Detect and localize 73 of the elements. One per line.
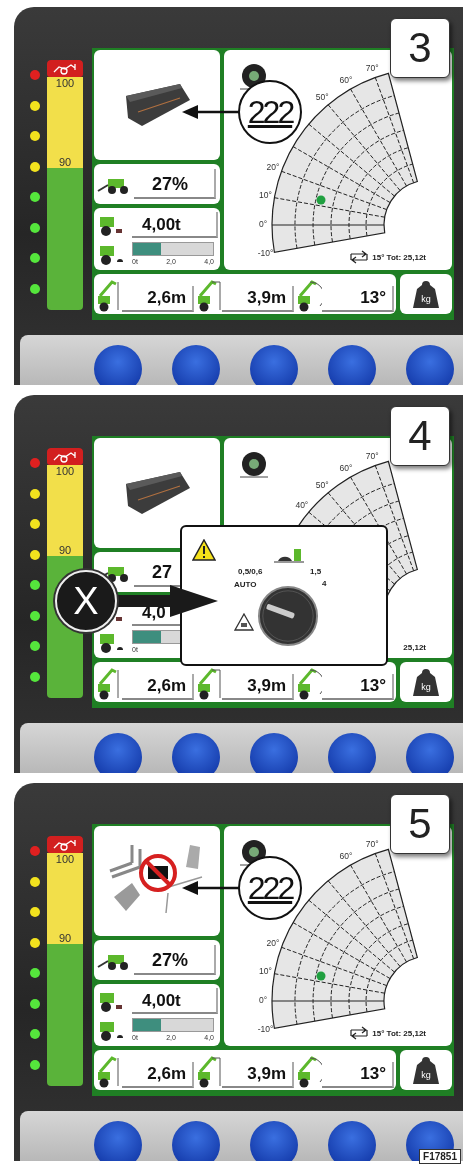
gauge-mid-label: 90 [58, 932, 72, 944]
measure-value: 13° [322, 286, 394, 312]
tilt-value: 27% [134, 169, 216, 199]
angle-label: 60° [339, 851, 353, 862]
kg-label: kg [421, 682, 431, 692]
chart-total-text: 15° Tot: 25,12t [372, 1028, 426, 1038]
angle-label: 50° [315, 91, 329, 102]
step-number: 4 [390, 406, 450, 466]
angle-label: -10° [257, 247, 274, 258]
gauge-mid-label: 90 [58, 544, 72, 556]
warning-icon [192, 539, 216, 561]
figure-code: F17851 [419, 1149, 461, 1164]
machine-warning-icon [47, 448, 83, 465]
warning-icon [234, 613, 254, 631]
angle-label: 10° [259, 966, 272, 977]
weigh-button[interactable]: kg [400, 1050, 452, 1090]
angle-label: 20° [266, 162, 280, 173]
angle-label: 70° [365, 451, 379, 461]
angle-label: 70° [365, 839, 379, 849]
angle-label: 0° [258, 995, 268, 1005]
machine-icon [274, 547, 304, 563]
angle-label: 20° [266, 938, 280, 949]
boom-angle-icon [296, 666, 322, 700]
angle-label: 0° [258, 219, 268, 229]
angle-label: 10° [259, 190, 272, 201]
weigh-button[interactable]: kg [400, 274, 452, 314]
measure-value: 3,9m [222, 1062, 294, 1088]
gauge-mid-label: 90 [58, 156, 72, 168]
selector-dial[interactable] [257, 585, 319, 647]
machine-warning-icon [47, 60, 83, 77]
dial-label: 0,5/0,6 [238, 567, 263, 576]
measure-value: 13° [322, 1062, 394, 1088]
gauge-top-label: 100 [55, 77, 75, 89]
measure-value: 2,6m [122, 1062, 194, 1088]
step-number: 5 [390, 794, 450, 854]
angle-label: 40° [295, 500, 309, 511]
step-number: 3 [390, 18, 450, 78]
boom-height-icon [96, 1054, 122, 1088]
dial-label: 1,5 [310, 567, 322, 576]
kg-label: kg [421, 294, 431, 304]
angle-label: -10° [257, 1023, 274, 1034]
measure-value: 3,9m [222, 286, 294, 312]
tire-icon [239, 452, 269, 478]
tilt-value: 27% [134, 945, 216, 975]
angle-label: 70° [365, 63, 379, 73]
weight-icon [413, 669, 439, 696]
boom-height-icon [96, 278, 122, 312]
weigh-button[interactable]: kg [400, 662, 452, 702]
measure-value: 13° [322, 674, 394, 700]
boom-angle-icon [296, 278, 322, 312]
boom-reach-icon [196, 278, 222, 312]
weight-icon [413, 281, 439, 308]
gauge-top-label: 100 [55, 465, 75, 477]
machine-warning-icon [47, 836, 83, 853]
measure-value: 2,6m [122, 674, 194, 700]
dial-label: AUTO [234, 580, 257, 589]
angle-label: 60° [339, 463, 353, 474]
measure-value: 3,9m [222, 674, 294, 700]
angle-label: 50° [315, 479, 329, 490]
load-value: 4,00t [132, 987, 218, 1014]
angle-label: 60° [339, 75, 353, 86]
gauge-top-label: 100 [55, 853, 75, 865]
chart-total-text: 25,12t [403, 643, 426, 652]
boom-reach-icon [196, 1054, 222, 1088]
kg-label: kg [421, 1070, 431, 1080]
boom-height-icon [96, 666, 122, 700]
boom-angle-icon [296, 1054, 322, 1088]
measure-value: 2,6m [122, 286, 194, 312]
weight-icon [413, 1057, 439, 1084]
chart-total-text: 15° Tot: 25,12t [372, 252, 426, 262]
boom-reach-icon [196, 666, 222, 700]
load-value: 4,00t [132, 211, 218, 238]
dial-label: 4 [322, 579, 327, 588]
